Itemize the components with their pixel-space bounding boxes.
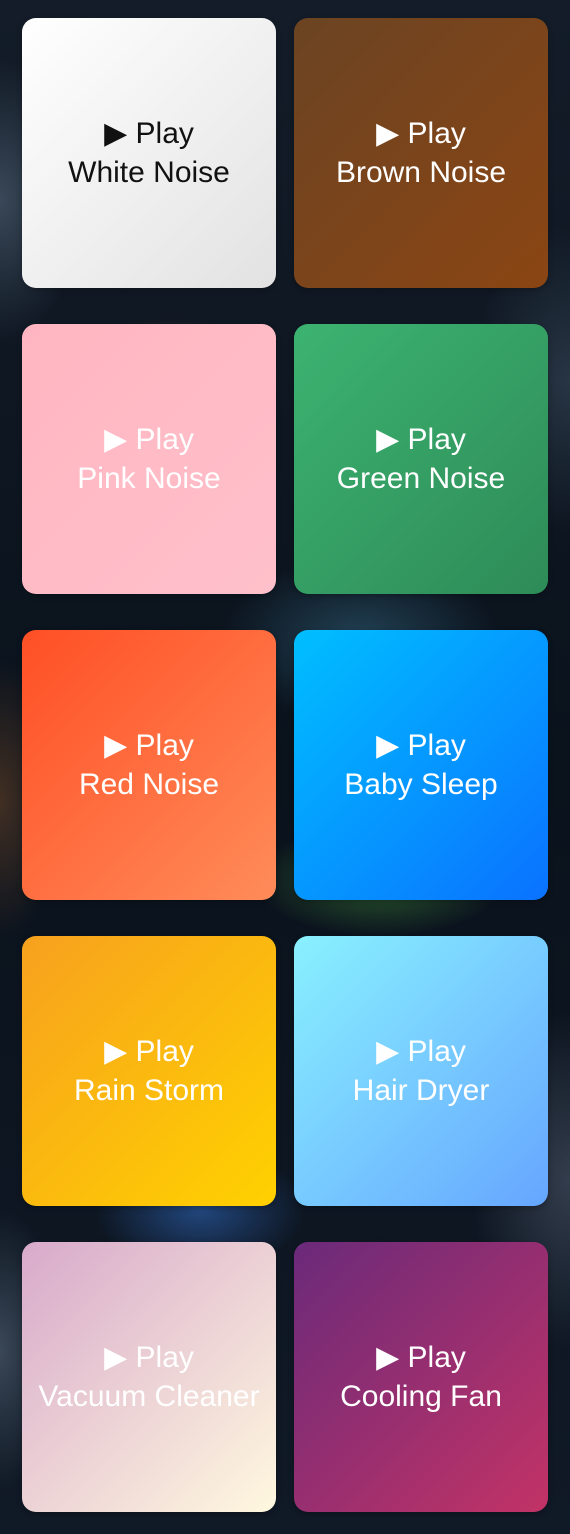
cooling-fan-button[interactable]: ▶ Play Cooling Fan — [294, 1242, 548, 1512]
play-label: ▶ Play — [104, 1035, 194, 1068]
sound-grid: ▶ Play White Noise ▶ Play Brown Noise ▶ … — [22, 18, 548, 1512]
red-noise-button[interactable]: ▶ Play Red Noise — [22, 630, 276, 900]
sound-name: Pink Noise — [77, 462, 221, 495]
sound-name: Green Noise — [336, 462, 506, 495]
play-label: ▶ Play — [104, 1341, 194, 1374]
sound-name: White Noise — [68, 156, 230, 189]
white-noise-button[interactable]: ▶ Play White Noise — [22, 18, 276, 288]
vacuum-cleaner-button[interactable]: ▶ Play Vacuum Cleaner — [22, 1242, 276, 1512]
green-noise-button[interactable]: ▶ Play Green Noise — [294, 324, 548, 594]
sound-name: Hair Dryer — [352, 1074, 490, 1107]
play-label: ▶ Play — [376, 423, 466, 456]
play-label: ▶ Play — [376, 117, 466, 150]
play-label: ▶ Play — [104, 423, 194, 456]
sound-name: Brown Noise — [335, 156, 507, 189]
hair-dryer-button[interactable]: ▶ Play Hair Dryer — [294, 936, 548, 1206]
sound-name: Vacuum Cleaner — [38, 1380, 260, 1413]
play-label: ▶ Play — [104, 729, 194, 762]
play-label: ▶ Play — [376, 1035, 466, 1068]
sound-name: Cooling Fan — [340, 1380, 502, 1413]
baby-sleep-button[interactable]: ▶ Play Baby Sleep — [294, 630, 548, 900]
play-label: ▶ Play — [376, 1341, 466, 1374]
sound-name: Red Noise — [78, 768, 220, 801]
play-label: ▶ Play — [104, 117, 194, 150]
pink-noise-button[interactable]: ▶ Play Pink Noise — [22, 324, 276, 594]
play-label: ▶ Play — [376, 729, 466, 762]
brown-noise-button[interactable]: ▶ Play Brown Noise — [294, 18, 548, 288]
sound-name: Rain Storm — [73, 1074, 225, 1107]
rain-storm-button[interactable]: ▶ Play Rain Storm — [22, 936, 276, 1206]
sound-name: Baby Sleep — [344, 768, 498, 801]
